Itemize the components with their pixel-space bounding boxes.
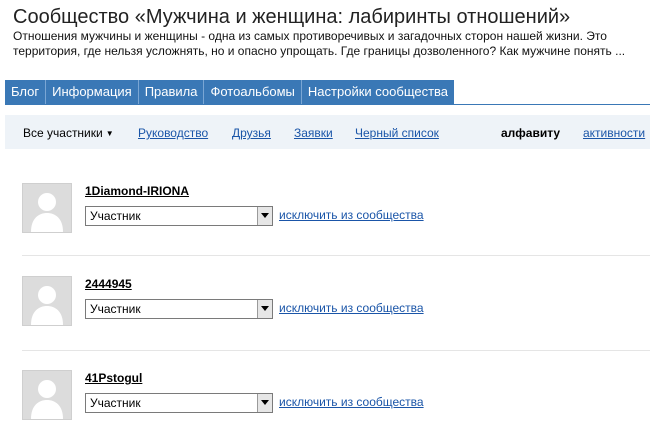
filter-link-blacklist[interactable]: Черный список [355,126,439,140]
tab-community-settings[interactable]: Настройки сообщества [302,80,454,104]
filter-link-leadership[interactable]: Руководство [138,126,208,140]
exclude-member-link[interactable]: исключить из сообщества [279,395,424,409]
member-role-select[interactable]: Участник [85,206,273,226]
triangle-down-icon [261,306,269,311]
member-divider [22,255,650,256]
list-item: 41Pstogul Участник исключить из сообщест… [22,370,650,430]
filter-link-requests[interactable]: Заявки [294,126,333,140]
sort-alphabet-active: алфавиту [501,126,561,140]
triangle-down-icon: ▼ [105,129,114,138]
member-name-link[interactable]: 2444945 [85,277,132,291]
member-role-select[interactable]: Участник [85,393,273,413]
tabs-underline [5,104,650,105]
member-role-value: Участник [90,209,141,223]
member-divider [22,350,650,351]
default-user-silhouette-icon [23,184,71,232]
exclude-member-link[interactable]: исключить из сообщества [279,301,424,315]
member-role-select[interactable]: Участник [85,299,273,319]
tab-photo-albums[interactable]: Фотоальбомы [204,80,302,104]
community-tabs: Блог Информация Правила Фотоальбомы Наст… [5,80,455,104]
members-filter-bar: Все участники ▼ Руководство Друзья Заявки… [5,115,650,149]
select-arrow-button[interactable] [257,207,272,225]
tab-rules[interactable]: Правила [139,80,205,104]
community-description: Отношения мужчины и женщины - одна из са… [13,29,626,58]
page-title: Сообщество «Мужчина и женщина: лабиринты… [13,6,571,28]
list-item: 1Diamond-IRIONA Участник исключить из со… [22,183,650,243]
sort-link-activity[interactable]: активности [583,126,645,140]
select-arrow-button[interactable] [257,394,272,412]
all-members-label: Все участники [23,126,103,140]
avatar[interactable] [22,183,72,233]
exclude-member-link[interactable]: исключить из сообщества [279,208,424,222]
all-members-dropdown[interactable]: Все участники ▼ [23,126,114,140]
triangle-down-icon [261,213,269,218]
triangle-down-icon [261,400,269,405]
list-item: 2444945 Участник исключить из сообщества [22,276,650,336]
filter-link-friends[interactable]: Друзья [232,126,271,140]
tab-information[interactable]: Информация [46,80,139,104]
member-role-value: Участник [90,302,141,316]
avatar[interactable] [22,276,72,326]
select-arrow-button[interactable] [257,300,272,318]
default-user-silhouette-icon [23,371,71,419]
avatar[interactable] [22,370,72,420]
member-role-value: Участник [90,396,141,410]
default-user-silhouette-icon [23,277,71,325]
tab-blog[interactable]: Блог [5,80,47,104]
member-name-link[interactable]: 41Pstogul [85,371,142,385]
member-name-link[interactable]: 1Diamond-IRIONA [85,184,189,198]
